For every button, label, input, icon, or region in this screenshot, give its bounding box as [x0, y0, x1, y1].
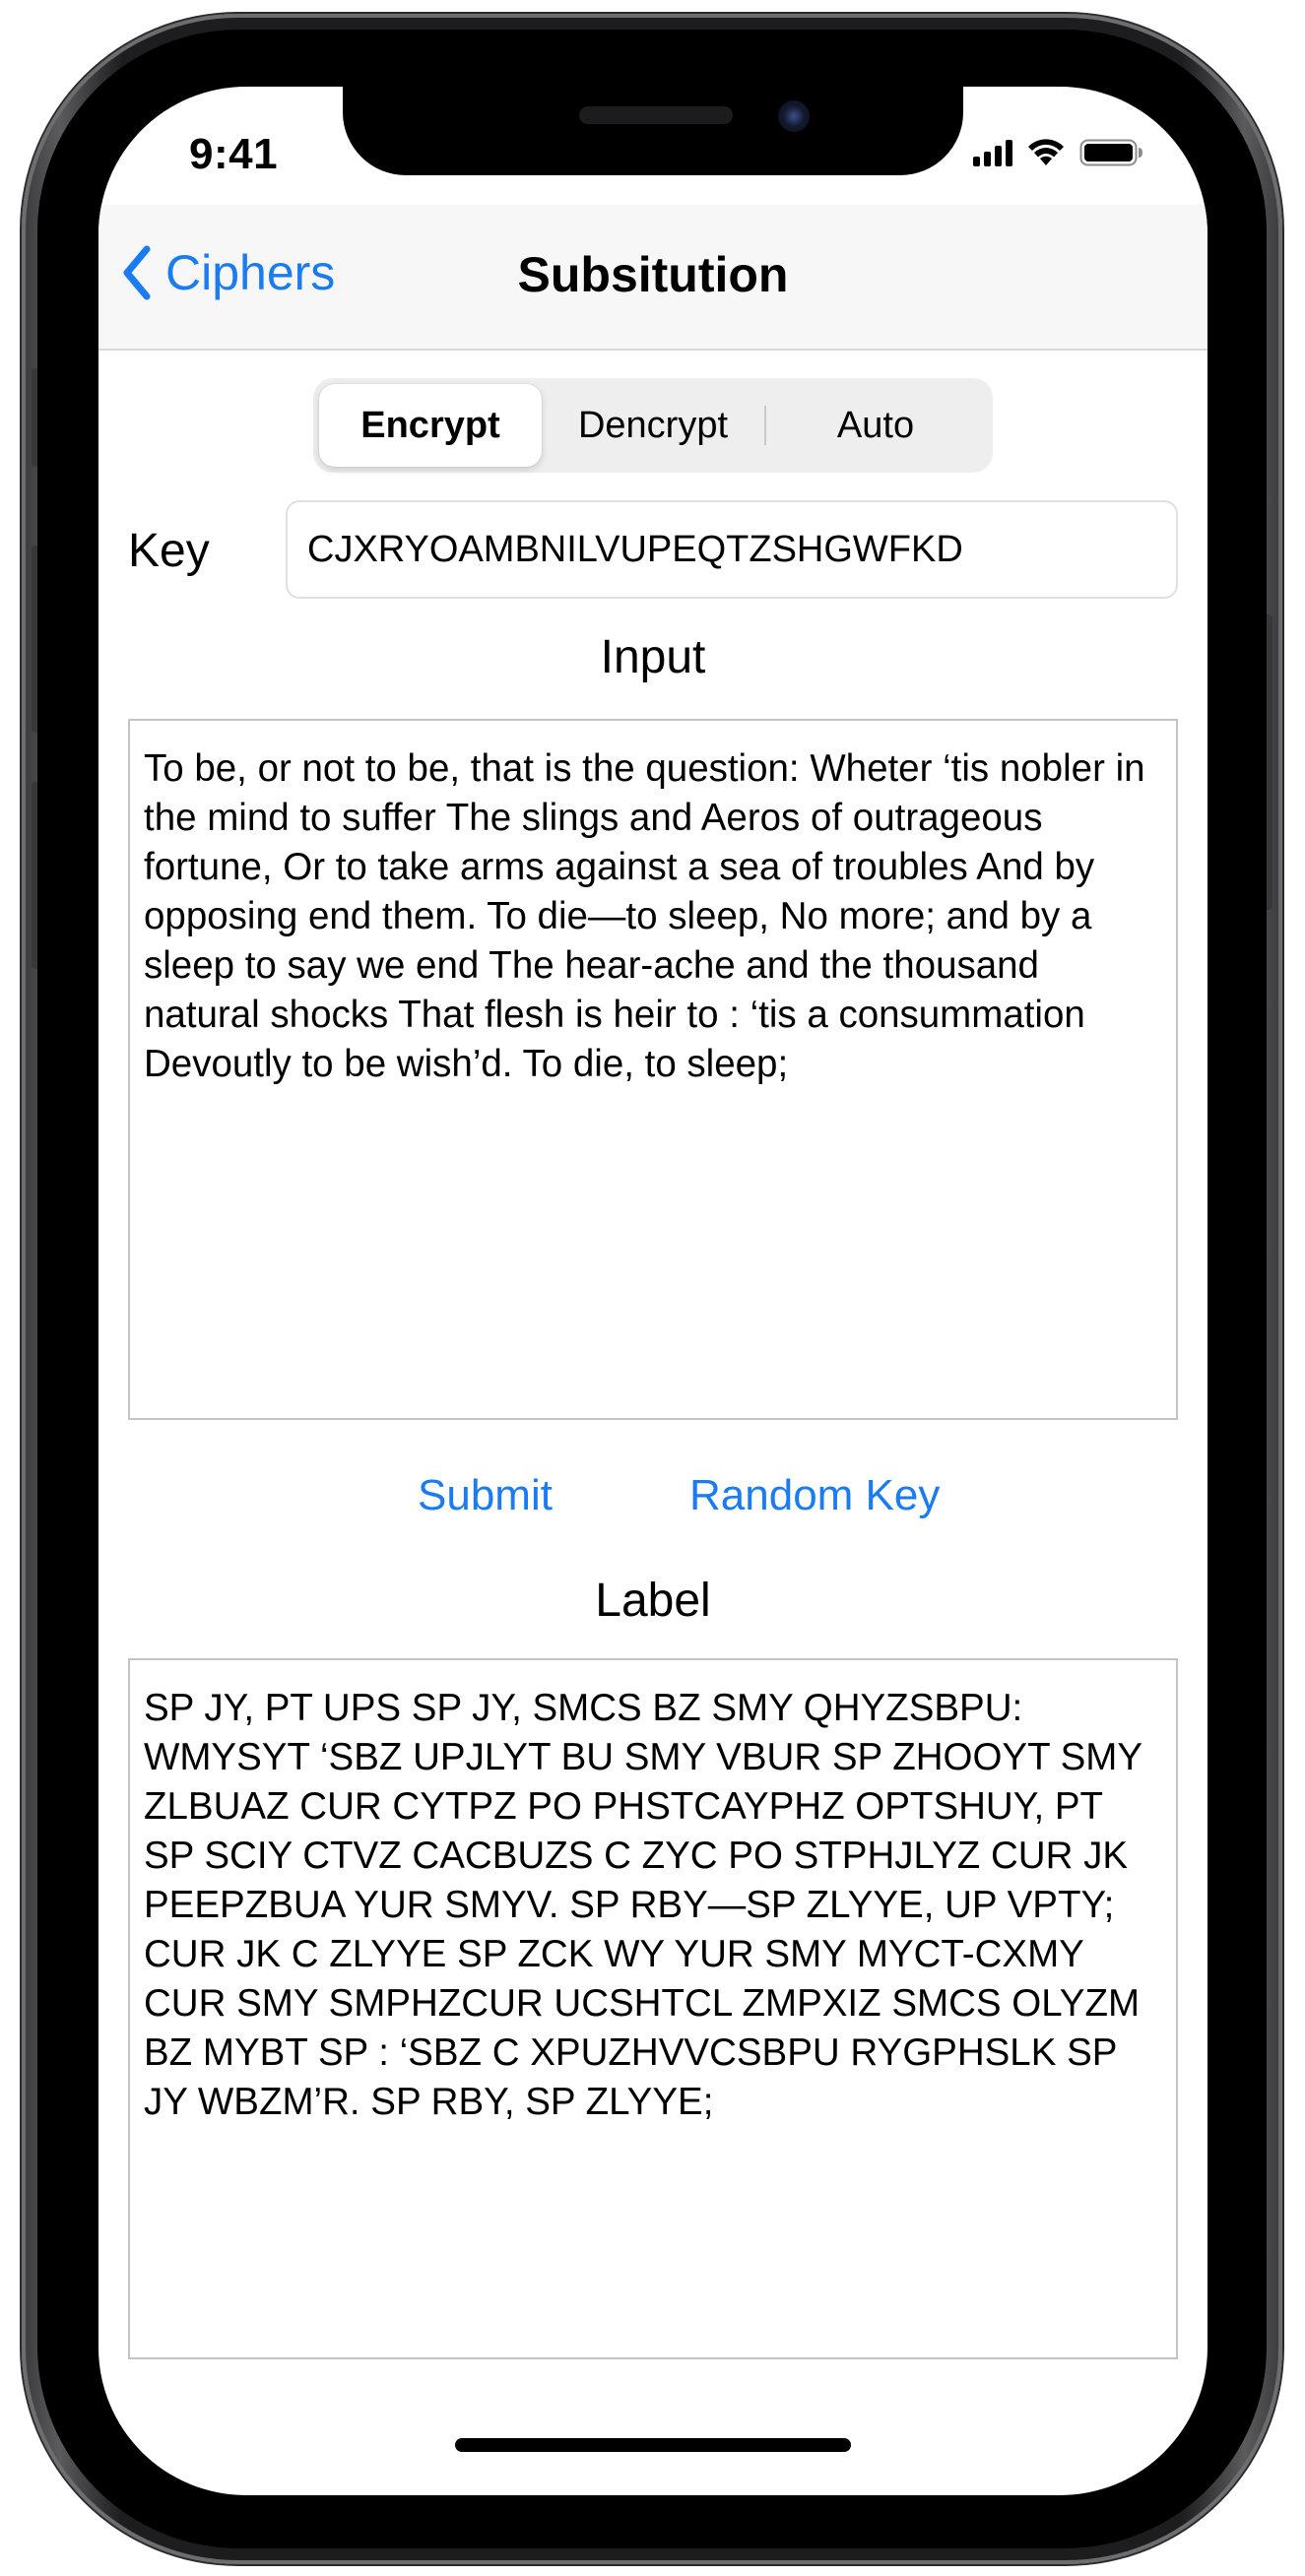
cellular-signal-icon: [973, 139, 1012, 166]
segment-auto[interactable]: Auto: [764, 384, 987, 467]
navigation-bar: Ciphers Subsitution: [98, 205, 1207, 351]
back-button-label: Ciphers: [165, 245, 336, 300]
app-screen: 9:41 Ciphers Subsitution Encrypt Dencryp…: [98, 87, 1207, 2495]
output-heading: Label: [595, 1575, 711, 1627]
input-heading: Input: [600, 631, 706, 683]
segment-encrypt[interactable]: Encrypt: [319, 384, 542, 467]
front-camera-icon: [778, 100, 810, 132]
speaker-grille: [579, 106, 733, 124]
key-input[interactable]: [286, 500, 1178, 599]
back-button[interactable]: Ciphers: [122, 244, 335, 301]
chevron-left-icon: [123, 245, 151, 300]
notch: [343, 87, 963, 175]
input-textarea[interactable]: To be, or not to be, that is the questio…: [128, 719, 1178, 1420]
segment-decrypt[interactable]: Dencrypt: [542, 384, 764, 467]
status-time: 9:41: [189, 130, 279, 178]
action-row: Submit Random Key: [98, 1471, 1207, 1530]
home-indicator[interactable]: [455, 2438, 851, 2452]
submit-button[interactable]: Submit: [418, 1471, 553, 1520]
mode-segmented-control: Encrypt Dencrypt Auto: [313, 378, 993, 473]
key-label: Key: [128, 525, 210, 577]
battery-icon: [1079, 139, 1142, 166]
wifi-icon: [1028, 139, 1064, 165]
random-key-button[interactable]: Random Key: [689, 1471, 940, 1520]
status-icons: [973, 138, 1144, 167]
output-text: SP JY, PT UPS SP JY, SMCS BZ SMY QHYZSBP…: [128, 1658, 1178, 2359]
